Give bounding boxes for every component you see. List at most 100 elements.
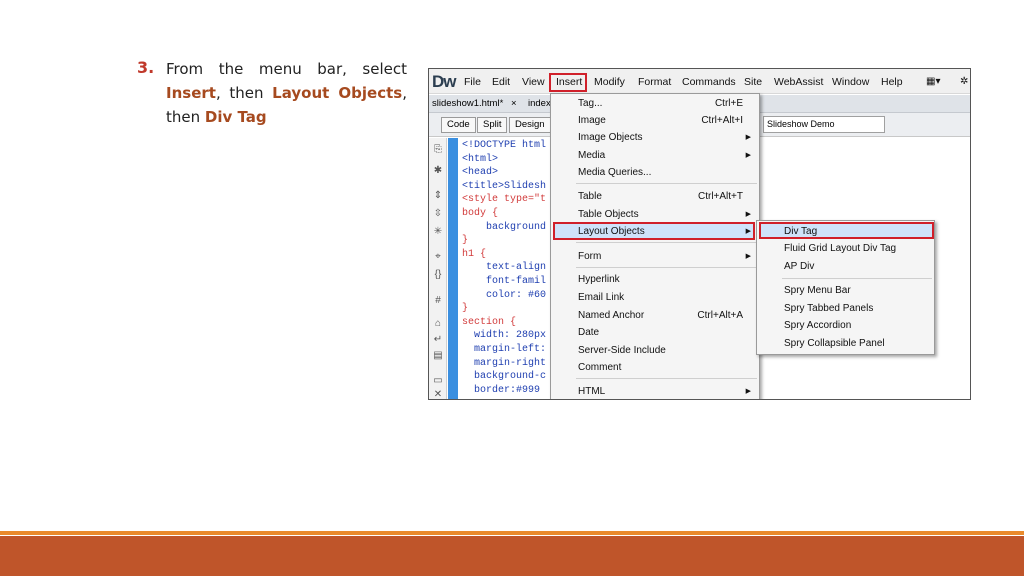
menu-site[interactable]: Site [744, 76, 762, 88]
open-documents-icon[interactable]: ⎘ [432, 144, 444, 156]
layout-switcher-icon[interactable]: ▦▾ [926, 76, 940, 87]
collapse-tag-icon[interactable]: ✱ [432, 165, 444, 177]
insert-menu: Tag... Ctrl+E Image Ctrl+Alt+I Image Obj… [550, 93, 760, 399]
code-view-button[interactable]: Code [441, 117, 476, 133]
keyword-div-tag: Div Tag [204, 108, 267, 126]
menu-separator [576, 242, 757, 243]
line-numbers-icon[interactable]: # [432, 295, 444, 307]
menu-item-image-objects[interactable]: Image Objects [578, 129, 642, 146]
footer-accent-line [0, 531, 1024, 535]
menu-item-table[interactable]: Table [578, 188, 602, 205]
code-line: color: #60 [462, 289, 547, 301]
submenu-arrow-icon: ▶ [745, 134, 751, 141]
collapse-selection-icon[interactable]: ⇳ [432, 208, 444, 220]
document-title-input[interactable]: Slideshow Demo [763, 116, 885, 133]
menu-item-email-link[interactable]: Email Link [578, 289, 624, 306]
submenu-item-fluid-grid-div[interactable]: Fluid Grid Layout Div Tag [784, 240, 896, 257]
menu-item-server-side-include[interactable]: Server-Side Include [578, 342, 666, 359]
menu-item-image[interactable]: Image [578, 112, 606, 129]
code-line: background-c [462, 371, 547, 383]
gear-icon[interactable]: ✲ [960, 76, 968, 87]
menu-item-named-anchor[interactable]: Named Anchor [578, 307, 644, 324]
menu-item-layout-objects[interactable]: Layout Objects [578, 223, 645, 240]
menu-item-tag[interactable]: Tag... [578, 95, 602, 112]
code-line: } [462, 303, 469, 315]
menu-view[interactable]: View [522, 76, 545, 88]
design-view-button[interactable]: Design [509, 117, 551, 133]
submenu-item-div-tag[interactable]: Div Tag [784, 223, 817, 240]
menu-item-date[interactable]: Date [578, 324, 599, 341]
code-gutter [448, 138, 458, 399]
code-line: <head> [462, 167, 499, 179]
tab-close-icon[interactable]: × [511, 98, 517, 109]
step-number: 3. [137, 58, 155, 77]
code-line: <title>Slidesh [462, 180, 547, 192]
shortcut-image: Ctrl+Alt+I [701, 115, 743, 126]
menu-separator [576, 378, 757, 379]
tab-slideshow1[interactable]: slideshow1.html* [432, 98, 503, 109]
menu-commands[interactable]: Commands [682, 76, 736, 88]
menu-item-comment[interactable]: Comment [578, 359, 621, 376]
balance-braces-icon[interactable]: {} [432, 269, 444, 281]
code-line: body { [462, 207, 499, 219]
syntax-color-icon[interactable]: ▤ [432, 350, 444, 362]
select-parent-icon[interactable]: ⌖ [432, 251, 444, 263]
code-line: border:#999 [462, 384, 541, 396]
menu-item-form[interactable]: Form [578, 248, 601, 265]
menu-item-media-queries[interactable]: Media Queries... [578, 164, 651, 181]
code-line: width: 280px [462, 330, 547, 342]
expand-all-icon[interactable]: ✳ [432, 226, 444, 238]
code-line: margin-right [462, 357, 547, 369]
code-line: margin-left: [462, 343, 547, 355]
menu-item-html[interactable]: HTML [578, 383, 605, 399]
keyword-layout-objects: Layout Objects [272, 84, 403, 102]
app-menubar: Dw File Edit View Insert Modify Format C… [429, 69, 970, 94]
footer-bar [0, 536, 1024, 576]
code-line: h1 { [462, 248, 487, 260]
menu-edit[interactable]: Edit [492, 76, 510, 88]
code-line: section { [462, 316, 517, 328]
code-line: <style type="t [462, 194, 547, 206]
submenu-item-spry-collapsible-panel[interactable]: Spry Collapsible Panel [784, 335, 885, 352]
submenu-item-spry-accordion[interactable]: Spry Accordion [784, 317, 851, 334]
menu-item-media[interactable]: Media [578, 147, 605, 164]
shortcut-named-anchor: Ctrl+Alt+A [697, 310, 743, 321]
menu-help[interactable]: Help [881, 76, 903, 88]
code-editor[interactable]: <!DOCTYPE html <html> <head> <title>Slidesh… [462, 139, 546, 397]
code-line: <html> [462, 153, 499, 165]
comment-icon[interactable]: ▭ [432, 375, 444, 387]
code-line: } [462, 235, 469, 247]
menu-item-hyperlink[interactable]: Hyperlink [578, 271, 620, 288]
coding-toolbar: ⎘ ✱ ⇕ ⇳ ✳ ⌖ {} # ⌂ ↵ ▤ ▭ ✕ [429, 138, 447, 399]
submenu-item-spry-menu-bar[interactable]: Spry Menu Bar [784, 282, 851, 299]
dreamweaver-logo: Dw [432, 72, 456, 91]
menu-window[interactable]: Window [832, 76, 869, 88]
instruction-part-2: , then [215, 84, 273, 102]
menu-item-table-objects[interactable]: Table Objects [578, 206, 639, 223]
menu-format[interactable]: Format [638, 76, 671, 88]
expand-icon[interactable]: ⇕ [432, 190, 444, 202]
highlight-invalid-icon[interactable]: ⌂ [432, 318, 444, 330]
menu-separator [576, 183, 757, 184]
menu-separator [782, 278, 932, 279]
remove-comment-icon[interactable]: ✕ [432, 389, 444, 399]
word-wrap-icon[interactable]: ↵ [432, 334, 444, 346]
code-line: text-align [462, 262, 547, 274]
keyword-insert: Insert [166, 84, 216, 102]
submenu-arrow-icon: ▶ [745, 211, 751, 218]
instruction-text: From the menu bar, select Insert, then L… [166, 57, 407, 129]
submenu-item-spry-tabbed-panels[interactable]: Spry Tabbed Panels [784, 300, 873, 317]
submenu-arrow-icon: ▶ [745, 152, 751, 159]
shortcut-tag: Ctrl+E [714, 98, 743, 109]
submenu-arrow-icon: ▶ [745, 388, 751, 395]
tab-index[interactable]: index [528, 98, 551, 109]
menu-webassist[interactable]: WebAssist [774, 76, 823, 88]
code-line: background [462, 221, 547, 233]
instruction-part-1: From the menu bar, select [166, 60, 407, 78]
code-line: font-famil [462, 275, 547, 287]
menu-file[interactable]: File [464, 76, 481, 88]
submenu-item-ap-div[interactable]: AP Div [784, 258, 814, 275]
menu-modify[interactable]: Modify [594, 76, 625, 88]
split-view-button[interactable]: Split [477, 117, 508, 133]
submenu-arrow-icon: ▶ [745, 228, 751, 235]
